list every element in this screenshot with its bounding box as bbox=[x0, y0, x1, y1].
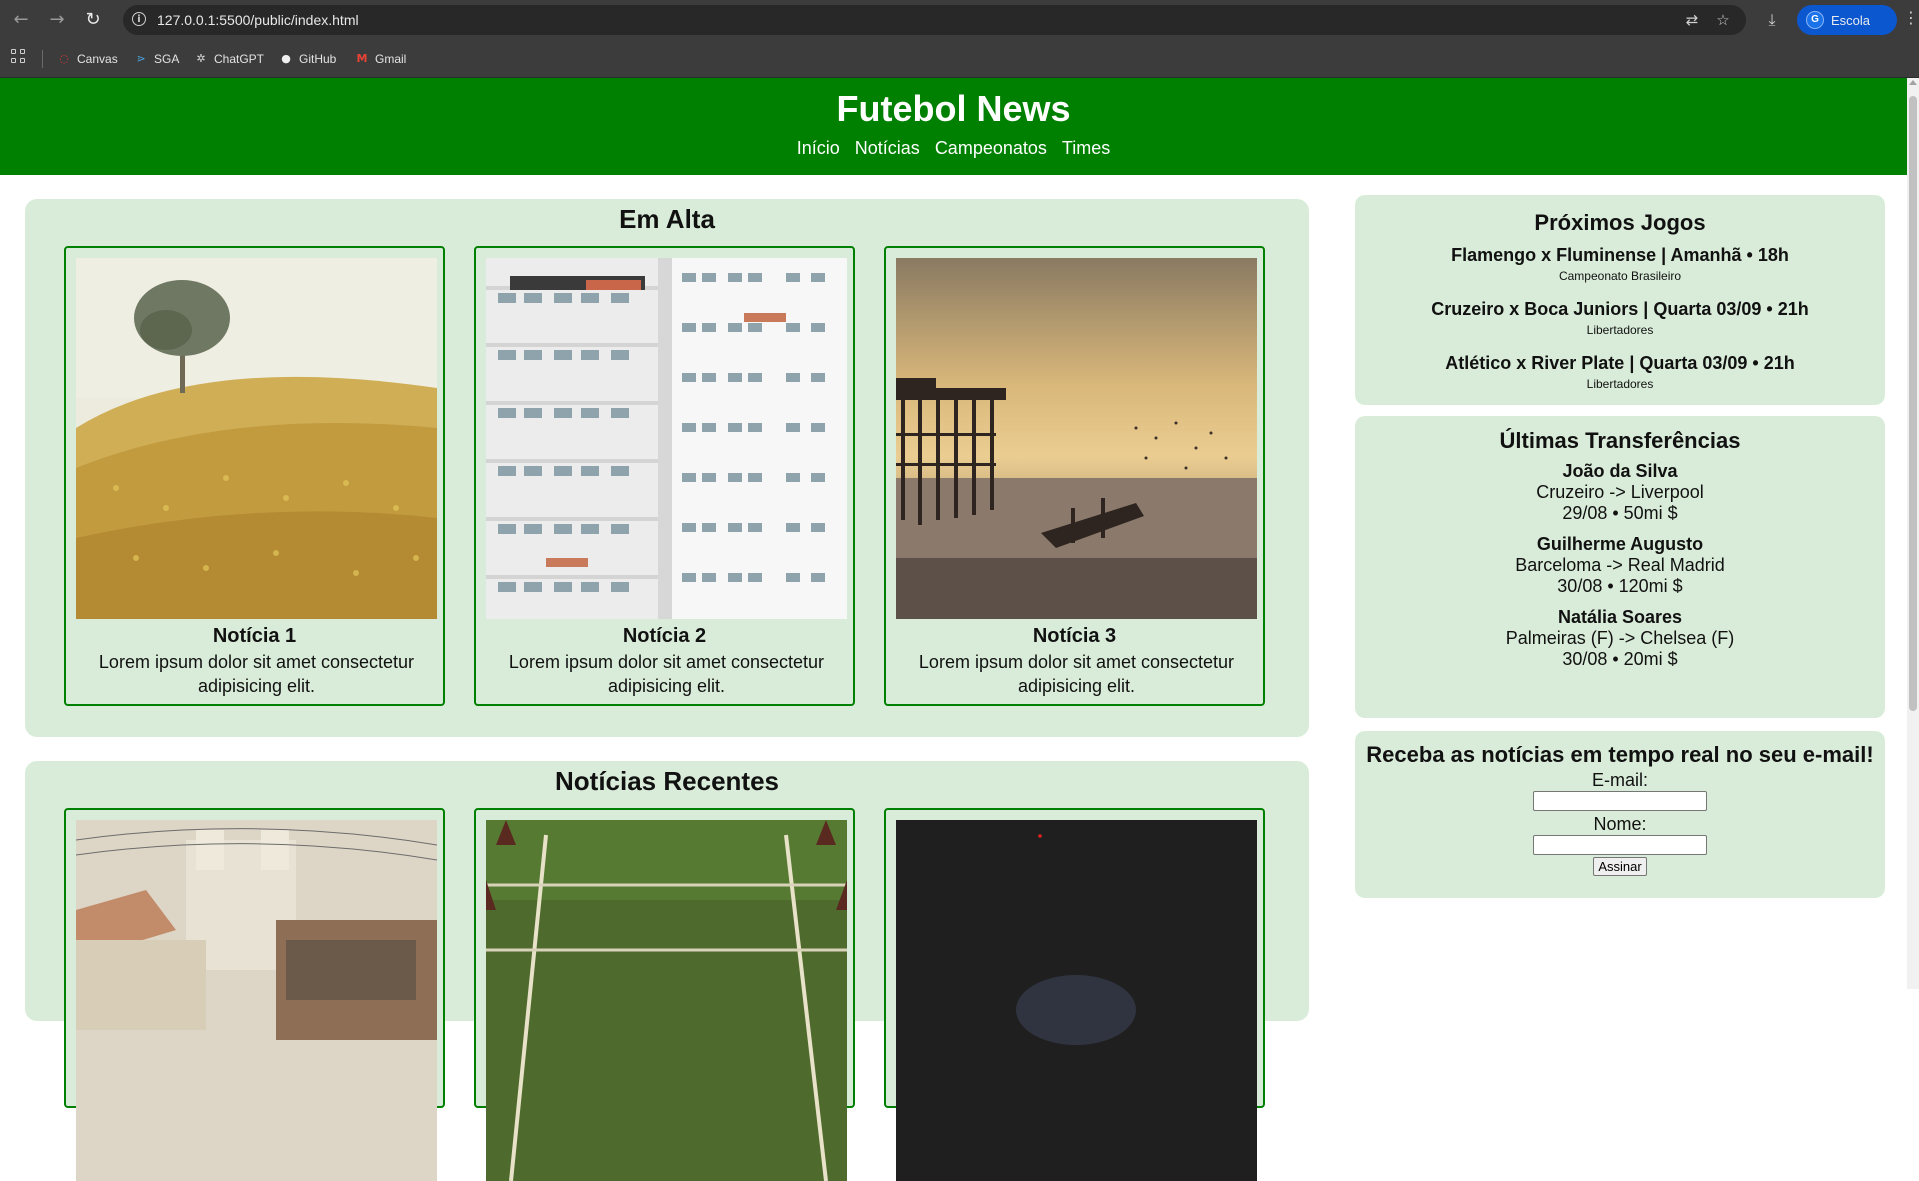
sga-icon: ⋗ bbox=[136, 52, 146, 65]
game-item[interactable]: Atlético x River Plate | Quarta 03/09 • … bbox=[1355, 353, 1885, 391]
avatar: G bbox=[1806, 11, 1824, 29]
address-bar[interactable]: i 127.0.0.1:5500/public/index.html ⇄ ☆ bbox=[123, 5, 1746, 35]
transfer-route: Barceloma -> Real Madrid bbox=[1515, 555, 1725, 575]
transfer-route: Palmeiras (F) -> Chelsea (F) bbox=[1505, 628, 1735, 648]
game-league: Libertadores bbox=[1586, 377, 1654, 391]
transfer-info: 30/08 • 120mi $ bbox=[1557, 576, 1683, 596]
reload-icon[interactable]: ↻ bbox=[81, 8, 105, 32]
em-alta-section: Em Alta Notícia 1 Lorem ipsum dolor sit … bbox=[25, 199, 1309, 737]
transfer-item[interactable]: João da Silva Cruzeiro -> Liverpool 29/0… bbox=[1355, 461, 1885, 524]
menu-icon[interactable]: ⋮ bbox=[1903, 8, 1919, 27]
name-field[interactable] bbox=[1533, 835, 1707, 855]
profile-label: Escola bbox=[1831, 13, 1871, 28]
transfer-info: 29/08 • 50mi $ bbox=[1562, 503, 1678, 523]
apps-grid-icon[interactable] bbox=[11, 49, 27, 65]
game-item[interactable]: Cruzeiro x Boca Juniors | Quarta 03/09 •… bbox=[1355, 299, 1885, 337]
transfer-route: Cruzeiro -> Liverpool bbox=[1536, 482, 1704, 502]
bookmark-label: SGA bbox=[154, 52, 180, 66]
news-title: Notícia 3 bbox=[1032, 625, 1117, 647]
game-title: Flamengo x Fluminense | Amanhã • 18h bbox=[1451, 245, 1789, 265]
nav-inicio[interactable]: Início bbox=[797, 138, 840, 159]
bookmark-label: GitHub bbox=[299, 52, 337, 66]
bookmark-sga[interactable]: ⋗ SGA bbox=[134, 49, 179, 69]
newsletter-box: Receba as notícias em tempo real no seu … bbox=[1355, 731, 1885, 898]
news-image-city[interactable] bbox=[76, 820, 437, 1181]
recentes-section: Notícias Recentes bbox=[25, 761, 1309, 1181]
section-title: Em Alta bbox=[619, 204, 715, 234]
site-info-icon[interactable]: i bbox=[132, 12, 146, 26]
canvas-icon: ◌ bbox=[59, 52, 69, 65]
news-text: Lorem ipsum dolor sit amet consectetur a… bbox=[918, 652, 1235, 696]
news-image-field[interactable] bbox=[76, 258, 437, 619]
email-field[interactable] bbox=[1533, 791, 1707, 811]
box-title: Receba as notícias em tempo real no seu … bbox=[1366, 742, 1874, 767]
transfer-item[interactable]: Guilherme Augusto Barceloma -> Real Madr… bbox=[1355, 534, 1885, 597]
site-header: Futebol News Início Notícias Campeonatos… bbox=[0, 78, 1907, 175]
bookmark-gmail[interactable]: M Gmail bbox=[355, 49, 407, 69]
download-icon[interactable]: ⤓ bbox=[1761, 9, 1783, 31]
news-text: Lorem ipsum dolor sit amet consectetur a… bbox=[508, 652, 825, 696]
translate-icon[interactable]: ⇄ bbox=[1681, 9, 1703, 31]
subscribe-button[interactable]: Assinar bbox=[1593, 857, 1647, 876]
section-title: Notícias Recentes bbox=[555, 766, 779, 796]
player-name: Guilherme Augusto bbox=[1536, 534, 1704, 554]
news-card[interactable]: Notícia 3 Lorem ipsum dolor sit amet con… bbox=[884, 246, 1265, 706]
bookmark-canvas[interactable]: ◌ Canvas bbox=[57, 49, 118, 69]
game-title: Atlético x River Plate | Quarta 03/09 • … bbox=[1445, 353, 1795, 373]
chatgpt-icon: ✲ bbox=[196, 52, 206, 65]
gmail-icon: M bbox=[356, 52, 368, 65]
browser-toolbar: ← → ↻ i 127.0.0.1:5500/public/index.html… bbox=[0, 0, 1919, 40]
proximos-jogos-box: Próximos Jogos Flamengo x Fluminense | A… bbox=[1355, 195, 1885, 405]
news-card[interactable] bbox=[474, 808, 855, 1181]
news-card[interactable]: Notícia 2 Lorem ipsum dolor sit amet con… bbox=[474, 246, 855, 706]
news-image-court[interactable] bbox=[486, 820, 847, 1181]
address-url[interactable]: 127.0.0.1:5500/public/index.html bbox=[157, 12, 359, 28]
news-title: Notícia 2 bbox=[622, 625, 707, 647]
news-text: Lorem ipsum dolor sit amet consectetur a… bbox=[98, 652, 415, 696]
github-icon: ● bbox=[281, 52, 291, 65]
profile-button[interactable]: G Escola bbox=[1797, 5, 1897, 35]
game-league: Libertadores bbox=[1586, 323, 1654, 337]
player-name: Natália Soares bbox=[1557, 607, 1683, 627]
news-card[interactable]: Notícia 1 Lorem ipsum dolor sit amet con… bbox=[64, 246, 445, 706]
bookmark-label: Gmail bbox=[375, 52, 407, 66]
bookmark-github[interactable]: ● GitHub bbox=[279, 49, 336, 69]
bookmarks-bar: ◌ Canvas ⋗ SGA ✲ ChatGPT ● GitHub M Gmai… bbox=[0, 40, 1919, 78]
news-image-building[interactable] bbox=[486, 258, 847, 619]
nav-campeonatos[interactable]: Campeonatos bbox=[935, 138, 1047, 159]
news-image-pier[interactable] bbox=[896, 258, 1257, 619]
game-league: Campeonato Brasileiro bbox=[1558, 269, 1682, 283]
box-title: Últimas Transferências bbox=[1499, 428, 1741, 453]
bookmark-label: ChatGPT bbox=[214, 52, 265, 66]
bookmark-chatgpt[interactable]: ✲ ChatGPT bbox=[194, 49, 264, 69]
bookmark-label: Canvas bbox=[77, 52, 118, 66]
transferencias-box: Últimas Transferências João da Silva Cru… bbox=[1355, 416, 1885, 718]
site-title: Futebol News bbox=[836, 88, 1071, 129]
bookmarks-divider bbox=[42, 50, 43, 68]
back-icon[interactable]: ← bbox=[9, 8, 33, 32]
nav-noticias[interactable]: Notícias bbox=[855, 138, 920, 159]
transfer-item[interactable]: Natália Soares Palmeiras (F) -> Chelsea … bbox=[1355, 607, 1885, 670]
nav-times[interactable]: Times bbox=[1062, 138, 1110, 159]
email-label: E-mail: bbox=[1591, 770, 1648, 790]
game-item[interactable]: Flamengo x Fluminense | Amanhã • 18h Cam… bbox=[1355, 245, 1885, 283]
forward-icon[interactable]: → bbox=[45, 8, 69, 32]
game-title: Cruzeiro x Boca Juniors | Quarta 03/09 •… bbox=[1431, 299, 1809, 319]
news-title: Notícia 1 bbox=[212, 625, 297, 647]
news-image-dark[interactable] bbox=[896, 820, 1257, 1181]
box-title: Próximos Jogos bbox=[1534, 210, 1706, 235]
player-name: João da Silva bbox=[1562, 461, 1678, 481]
news-card[interactable] bbox=[884, 808, 1265, 1181]
page-scrollbar[interactable] bbox=[1907, 78, 1919, 989]
scroll-thumb[interactable] bbox=[1909, 96, 1917, 711]
scroll-up-icon[interactable] bbox=[1909, 80, 1917, 85]
transfer-info: 30/08 • 20mi $ bbox=[1562, 649, 1678, 669]
name-label: Nome: bbox=[1593, 814, 1647, 834]
news-card[interactable] bbox=[64, 808, 445, 1181]
bookmark-star-icon[interactable]: ☆ bbox=[1712, 9, 1734, 31]
main-nav: Início Notícias Campeonatos Times bbox=[0, 138, 1907, 159]
